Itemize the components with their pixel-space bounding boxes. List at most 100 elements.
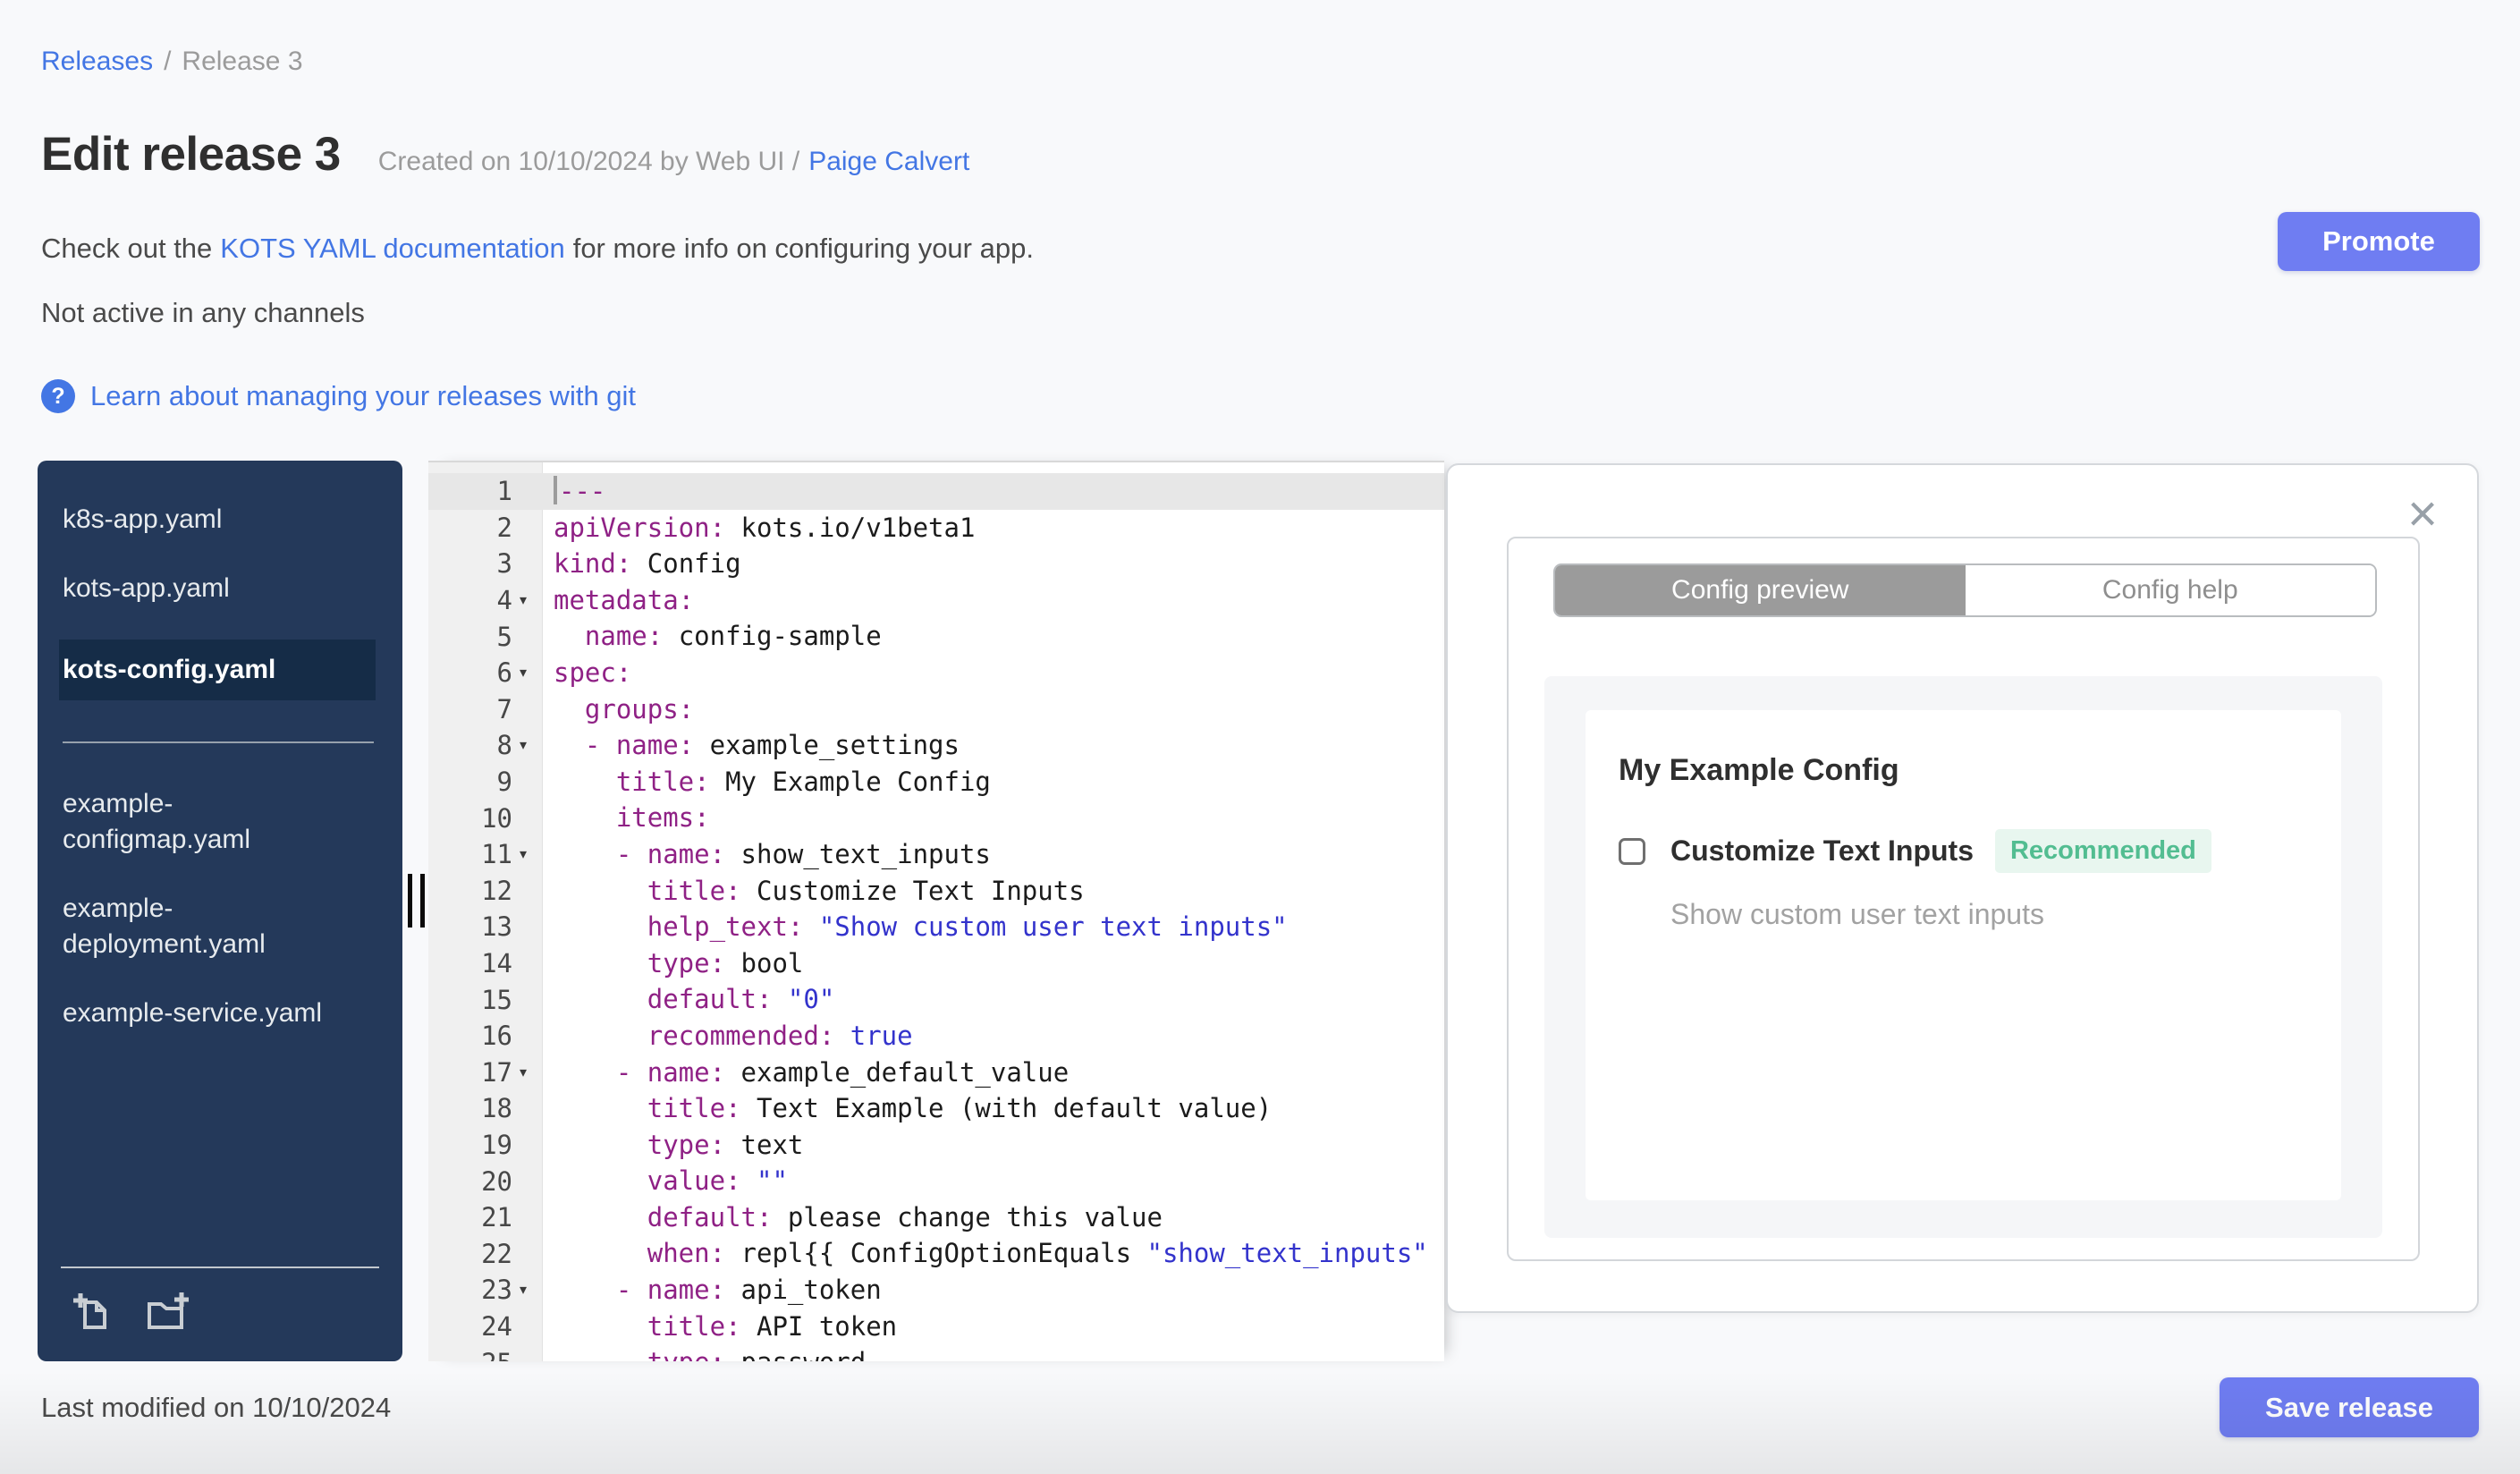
- code-line[interactable]: 5 ▾ name: config-sample: [428, 618, 1444, 655]
- code-line[interactable]: 19 ▾ type: text: [428, 1127, 1444, 1164]
- code-line[interactable]: 20 ▾ value: "": [428, 1163, 1444, 1199]
- code-line[interactable]: 15 ▾ default: "0": [428, 981, 1444, 1018]
- code-line[interactable]: 1 ▾ ---: [428, 473, 1444, 510]
- line-number: 24: [481, 1310, 512, 1342]
- fold-arrow-icon[interactable]: ▾: [512, 591, 534, 609]
- code-line[interactable]: 24 ▾ title: API token: [428, 1309, 1444, 1345]
- new-folder-icon[interactable]: [145, 1290, 190, 1334]
- line-number: 13: [481, 911, 512, 943]
- code-text[interactable]: spec:: [543, 655, 1444, 691]
- code-line[interactable]: 3 ▾ kind: Config: [428, 546, 1444, 582]
- code-text[interactable]: apiVersion: kots.io/v1beta1: [543, 510, 1444, 546]
- code-line[interactable]: 10 ▾ items:: [428, 800, 1444, 836]
- code-text[interactable]: title: Text Example (with default value): [543, 1090, 1444, 1127]
- code-text[interactable]: type: bool: [543, 945, 1444, 982]
- breadcrumb: Releases / Release 3: [41, 47, 303, 77]
- code-line[interactable]: 11 ▾ - name: show_text_inputs: [428, 836, 1444, 873]
- recommended-badge: Recommended: [1994, 829, 2211, 873]
- code-text[interactable]: title: API token: [543, 1309, 1444, 1345]
- code-line[interactable]: 8 ▾ - name: example_settings: [428, 727, 1444, 764]
- code-text[interactable]: groups:: [543, 691, 1444, 728]
- code-line[interactable]: 17 ▾ - name: example_default_value: [428, 1055, 1444, 1091]
- sidebar-file-item[interactable]: example-configmap.yaml: [63, 786, 351, 858]
- code-line[interactable]: 18 ▾ title: Text Example (with default v…: [428, 1090, 1444, 1127]
- docs-prefix: Check out the: [41, 233, 213, 264]
- save-release-button[interactable]: Save release: [2220, 1377, 2479, 1437]
- code-text[interactable]: value: "": [543, 1163, 1444, 1199]
- line-gutter-cell: 14 ▾: [428, 948, 543, 978]
- preview-tab[interactable]: Config help: [1965, 565, 2375, 615]
- code-text[interactable]: - name: example_default_value: [543, 1055, 1444, 1091]
- help-icon[interactable]: ?: [41, 379, 75, 413]
- git-releases-link[interactable]: ? Learn about managing your releases wit…: [41, 379, 636, 413]
- sidebar-footer: [38, 1266, 402, 1361]
- page-title: Edit release 3: [41, 128, 341, 181]
- sidebar-file-item[interactable]: example-service.yaml: [63, 995, 351, 1031]
- app: Releases / Release 3 Edit release 3 Crea…: [0, 0, 2520, 1474]
- code-line[interactable]: 22 ▾ when: repl{{ ConfigOptionEquals "sh…: [428, 1235, 1444, 1272]
- code-line[interactable]: 14 ▾ type: bool: [428, 945, 1444, 982]
- line-gutter-cell: 23 ▾: [428, 1275, 543, 1305]
- code-line[interactable]: 23 ▾ - name: api_token: [428, 1272, 1444, 1309]
- code-line[interactable]: 21 ▾ default: please change this value: [428, 1199, 1444, 1236]
- sidebar-resize-handle[interactable]: [408, 874, 425, 928]
- code-line[interactable]: 6 ▾ spec:: [428, 655, 1444, 691]
- sidebar-file-item[interactable]: kots-app.yaml: [63, 571, 351, 606]
- line-number: 17: [481, 1056, 512, 1088]
- promote-button[interactable]: Promote: [2278, 212, 2480, 271]
- code-text[interactable]: - name: show_text_inputs: [543, 836, 1444, 873]
- code-text[interactable]: type: password: [543, 1344, 1444, 1361]
- code-text[interactable]: kind: Config: [543, 546, 1444, 582]
- config-item-help: Show custom user text inputs: [1670, 898, 2044, 930]
- line-gutter-cell: 5 ▾: [428, 622, 543, 652]
- line-gutter-cell: 6 ▾: [428, 657, 543, 688]
- sidebar-actions: [38, 1268, 402, 1361]
- config-checkbox[interactable]: [1619, 837, 1645, 865]
- code-lines: 1 ▾ --- 2 ▾ apiVersion: kots.io/v1beta1: [428, 462, 1444, 1361]
- line-number: 7: [496, 693, 512, 724]
- code-text[interactable]: metadata:: [543, 582, 1444, 619]
- code-text[interactable]: name: config-sample: [543, 618, 1444, 655]
- code-line[interactable]: 12 ▾ title: Customize Text Inputs: [428, 873, 1444, 910]
- fold-arrow-icon[interactable]: ▾: [512, 1281, 534, 1299]
- code-editor[interactable]: 1 ▾ --- 2 ▾ apiVersion: kots.io/v1beta1: [428, 461, 1444, 1361]
- code-line[interactable]: 4 ▾ metadata:: [428, 582, 1444, 619]
- fold-arrow-icon[interactable]: ▾: [512, 664, 534, 682]
- code-line[interactable]: 7 ▾ groups:: [428, 691, 1444, 728]
- config-preview-panel: × Config preview Config help My Example …: [1446, 463, 2479, 1313]
- line-gutter-cell: 7 ▾: [428, 694, 543, 724]
- code-text[interactable]: recommended: true: [543, 1018, 1444, 1055]
- sidebar-file-item[interactable]: k8s-app.yaml: [63, 502, 351, 538]
- sidebar-file-item[interactable]: kots-config.yaml: [59, 640, 376, 700]
- line-number: 1: [496, 476, 512, 507]
- breadcrumb-releases-link[interactable]: Releases: [41, 47, 153, 77]
- close-icon[interactable]: ×: [2407, 488, 2438, 540]
- code-line[interactable]: 2 ▾ apiVersion: kots.io/v1beta1: [428, 510, 1444, 546]
- preview-tabs: Config preview Config help: [1553, 563, 2377, 617]
- code-line[interactable]: 9 ▾ title: My Example Config: [428, 764, 1444, 801]
- fold-arrow-icon[interactable]: ▾: [512, 1063, 534, 1081]
- code-text[interactable]: - name: example_settings: [543, 727, 1444, 764]
- new-file-icon[interactable]: [72, 1290, 116, 1334]
- code-text[interactable]: items:: [543, 800, 1444, 836]
- code-line[interactable]: 16 ▾ recommended: true: [428, 1018, 1444, 1055]
- fold-arrow-icon[interactable]: ▾: [512, 736, 534, 754]
- code-text[interactable]: default: "0": [543, 981, 1444, 1018]
- code-text[interactable]: ---: [543, 473, 1444, 510]
- code-text[interactable]: when: repl{{ ConfigOptionEquals "show_te…: [543, 1235, 1444, 1272]
- code-text[interactable]: help_text: "Show custom user text inputs…: [543, 909, 1444, 945]
- code-text[interactable]: type: text: [543, 1127, 1444, 1164]
- sidebar-file-item[interactable]: example-deployment.yaml: [63, 891, 351, 962]
- code-line[interactable]: 25 ▾ type: password: [428, 1344, 1444, 1361]
- created-text: Created on 10/10/2024 by Web UI /: [377, 147, 800, 176]
- code-text[interactable]: - name: api_token: [543, 1272, 1444, 1309]
- fold-arrow-icon[interactable]: ▾: [512, 845, 534, 863]
- code-text[interactable]: title: My Example Config: [543, 764, 1444, 801]
- code-text[interactable]: title: Customize Text Inputs: [543, 873, 1444, 910]
- kots-yaml-docs-link[interactable]: KOTS YAML documentation: [220, 233, 564, 265]
- config-item-title[interactable]: Customize Text Inputs: [1670, 834, 1974, 868]
- code-line[interactable]: 13 ▾ help_text: "Show custom user text i…: [428, 909, 1444, 945]
- created-author-link[interactable]: Paige Calvert: [808, 147, 969, 177]
- code-text[interactable]: default: please change this value: [543, 1199, 1444, 1236]
- preview-tab[interactable]: Config preview: [1555, 565, 1966, 615]
